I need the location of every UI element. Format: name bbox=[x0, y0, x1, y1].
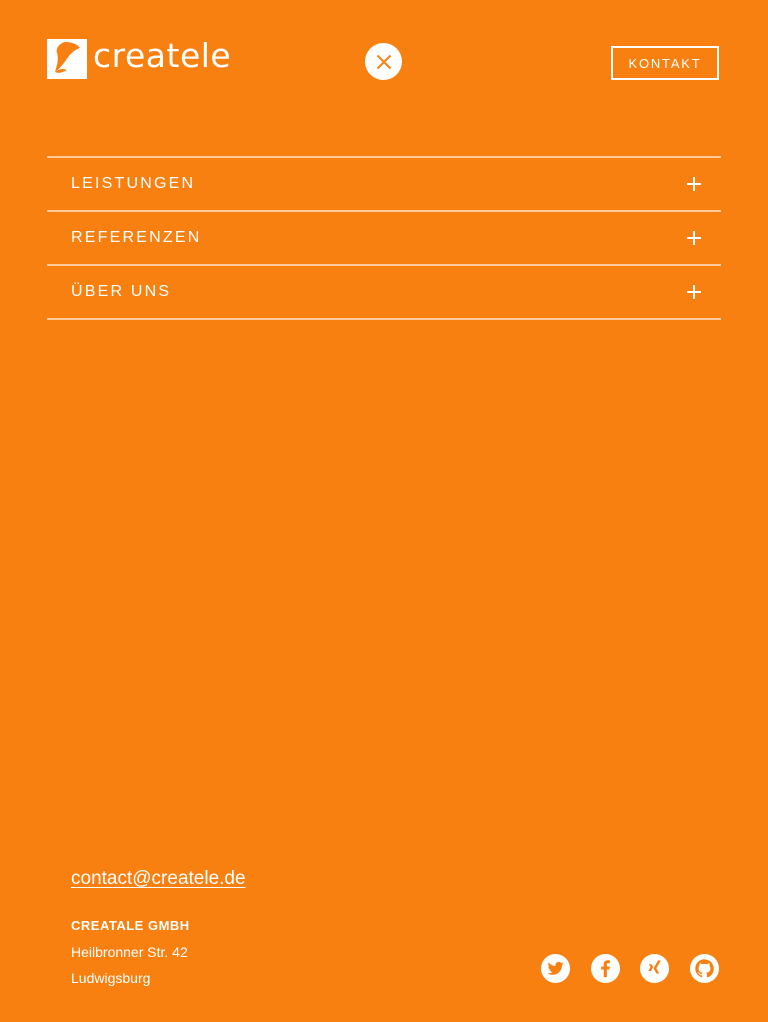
close-menu-button[interactable] bbox=[365, 43, 402, 80]
plus-icon bbox=[687, 285, 701, 299]
nav-item-referenzen[interactable]: REFERENZEN bbox=[47, 212, 721, 266]
logo[interactable]: createle bbox=[47, 36, 232, 79]
close-icon bbox=[376, 54, 391, 69]
nav-item-label: ÜBER UNS bbox=[71, 283, 172, 300]
company-city: Ludwigsburg bbox=[71, 970, 151, 986]
nav-item-label: LEISTUNGEN bbox=[71, 175, 196, 192]
facebook-icon[interactable] bbox=[590, 953, 621, 984]
plus-icon bbox=[687, 177, 701, 191]
xing-icon[interactable] bbox=[639, 953, 670, 984]
main-nav: LEISTUNGEN REFERENZEN ÜBER UNS bbox=[47, 156, 721, 320]
github-icon[interactable] bbox=[689, 953, 720, 984]
contact-email-link[interactable]: contact@createle.de bbox=[71, 868, 246, 890]
nav-item-label: REFERENZEN bbox=[71, 229, 202, 246]
kontakt-button[interactable]: KONTAKT bbox=[611, 46, 719, 80]
company-name: CREATALE GMBH bbox=[71, 918, 190, 933]
logo-mark-icon bbox=[47, 39, 87, 79]
company-street: Heilbronner Str. 42 bbox=[71, 944, 188, 960]
nav-item-ueber-uns[interactable]: ÜBER UNS bbox=[47, 266, 721, 320]
plus-icon bbox=[687, 231, 701, 245]
twitter-icon[interactable] bbox=[540, 953, 571, 984]
nav-item-leistungen[interactable]: LEISTUNGEN bbox=[47, 158, 721, 212]
logo-text: createle bbox=[93, 36, 232, 75]
